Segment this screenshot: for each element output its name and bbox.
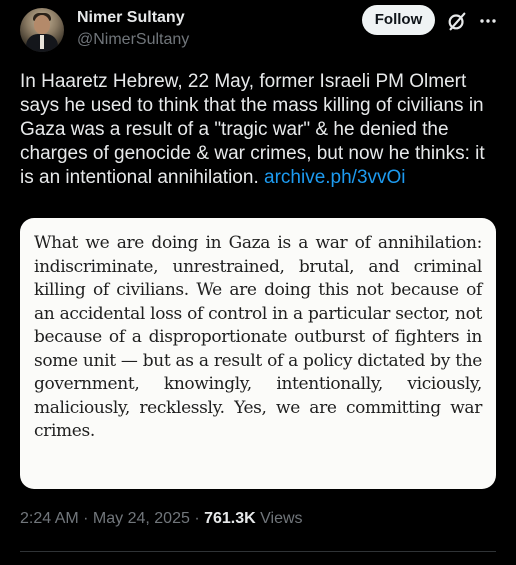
post-time[interactable]: 2:24 AM [20, 510, 79, 527]
avatar-face [34, 15, 50, 34]
handle[interactable]: @NimerSultany [77, 31, 189, 49]
meta-separator: · [78, 510, 93, 527]
archive-link[interactable]: archive.ph/3vvOi [264, 167, 406, 188]
avatar-shirt [40, 35, 44, 49]
divider [20, 551, 496, 552]
views-label: Views [255, 510, 303, 527]
views-count[interactable]: 761.3K [204, 510, 256, 527]
meta-separator: · [189, 510, 205, 527]
avatar[interactable] [20, 8, 64, 52]
quote-image[interactable]: What we are doing in Gaza is a war of an… [20, 218, 496, 489]
quote-text: What we are doing in Gaza is a war of an… [34, 233, 482, 441]
display-name[interactable]: Nimer Sultany [77, 9, 185, 27]
post-text: In Haaretz Hebrew, 22 May, former Israel… [20, 70, 502, 190]
grok-icon[interactable] [446, 10, 468, 32]
post: Nimer Sultany @NimerSultany Follow In Ha… [0, 0, 516, 565]
post-date[interactable]: May 24, 2025 [93, 510, 190, 527]
post-metadata: 2:24 AM · May 24, 2025 · 761.3K Views [20, 510, 303, 528]
more-options-icon[interactable] [478, 11, 498, 31]
follow-button[interactable]: Follow [362, 5, 435, 35]
post-body: In Haaretz Hebrew, 22 May, former Israel… [20, 71, 485, 188]
